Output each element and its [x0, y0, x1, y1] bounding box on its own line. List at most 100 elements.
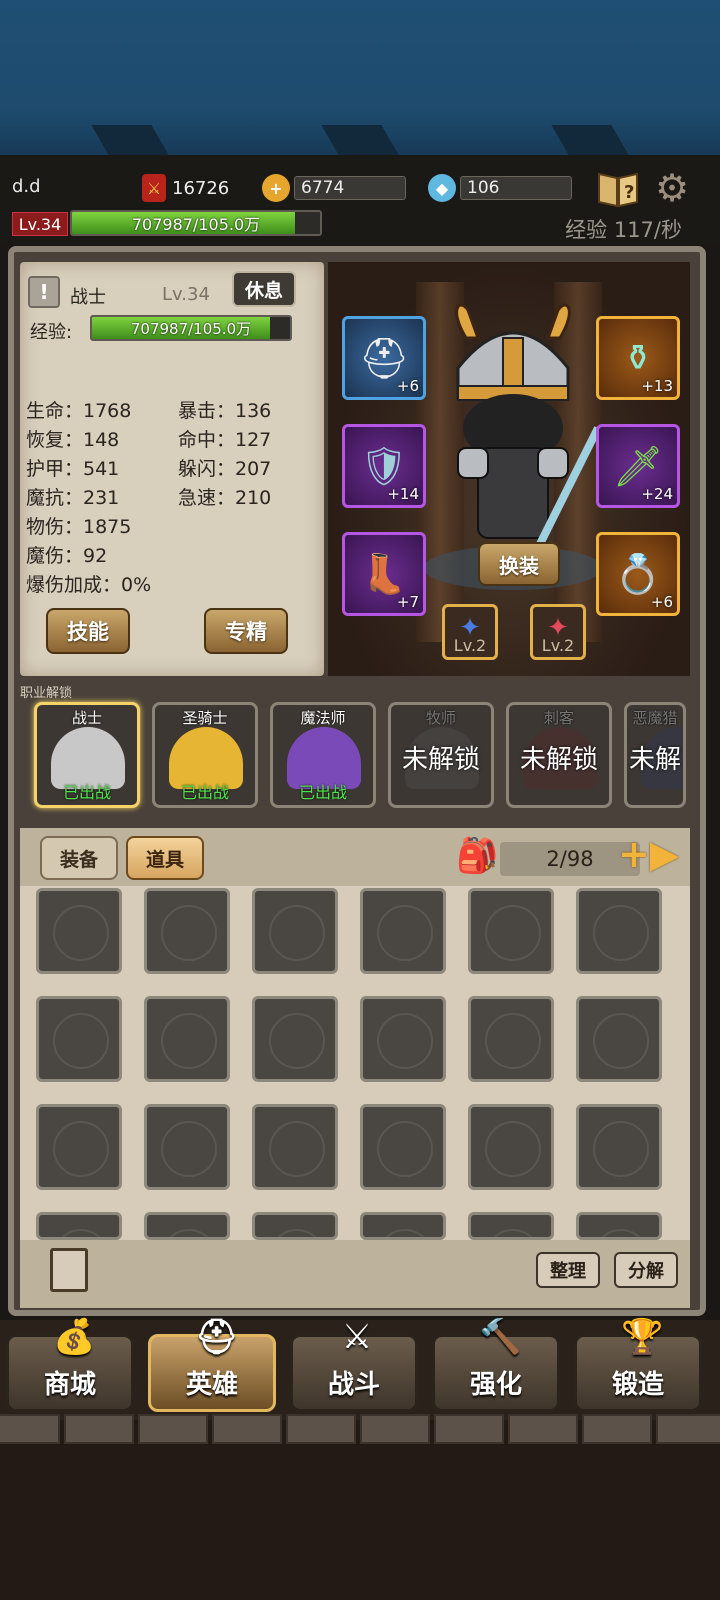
inventory-slot[interactable]: [252, 996, 338, 1082]
inventory-slot[interactable]: [144, 1104, 230, 1190]
inventory-slot[interactable]: [144, 996, 230, 1082]
class-card-0[interactable]: 战士 已出战: [34, 702, 140, 808]
power-value: 16726: [172, 177, 230, 199]
nav-2[interactable]: ⚔ 战斗: [290, 1317, 418, 1412]
ground-brick: [64, 1414, 134, 1444]
inventory-slot[interactable]: [36, 996, 122, 1082]
inventory-slot[interactable]: [252, 888, 338, 974]
book-question-icon: ?: [598, 172, 638, 208]
gear-icon: ⚙: [654, 166, 690, 210]
power-display: ⚔ 16726: [142, 174, 229, 202]
hammer-icon: 🔨: [479, 1317, 522, 1357]
hero-exp-bar: 707987/105.0万: [90, 315, 292, 341]
tab-equipment[interactable]: 装备: [40, 836, 118, 880]
ground-brick: [0, 1414, 60, 1444]
inventory-slot[interactable]: [468, 996, 554, 1082]
equip-slot-boots[interactable]: 👢 +7: [342, 532, 426, 616]
warning-icon[interactable]: !: [28, 276, 60, 308]
decompose-button[interactable]: 分解: [614, 1252, 678, 1288]
equip-slot-ring[interactable]: 💍 +6: [596, 532, 680, 616]
inventory-slot[interactable]: [144, 888, 230, 974]
power-icon: ⚔: [142, 174, 166, 202]
stat-left-1: 恢复：148: [26, 429, 120, 451]
inventory-slot[interactable]: [468, 1104, 554, 1190]
nav-1[interactable]: ⛑ 英雄: [148, 1317, 276, 1412]
ground-brick: [656, 1414, 720, 1444]
expand-capacity-button[interactable]: +▶: [618, 832, 679, 880]
forge-icon: 🏆: [621, 1317, 664, 1357]
nav-label: 战斗: [327, 1370, 380, 1400]
ground-brick: [286, 1414, 356, 1444]
settings-button[interactable]: ⚙: [650, 166, 694, 210]
nav-label: 强化: [469, 1370, 522, 1400]
inventory-slot[interactable]: [468, 888, 554, 974]
inventory-slot[interactable]: [252, 1212, 338, 1240]
inventory-slot[interactable]: [144, 1212, 230, 1240]
equip-slot-necklace[interactable]: ⚱ +13: [596, 316, 680, 400]
sort-button[interactable]: 整理: [536, 1252, 600, 1288]
sword-icon: 🗡: [612, 443, 664, 490]
equip-slot-weapon[interactable]: 🗡 +24: [596, 424, 680, 508]
gem-red-icon: ✦: [547, 613, 569, 643]
diamond-value: 106: [460, 176, 572, 200]
class-card-1[interactable]: 圣骑士 已出战: [152, 702, 258, 808]
plus-video-icon: +▶: [618, 832, 680, 876]
ground-brick: [582, 1414, 652, 1444]
nav-0[interactable]: 💰 商城: [6, 1317, 134, 1412]
diamond-icon: ◆: [428, 174, 456, 202]
inventory-slot[interactable]: [576, 888, 662, 974]
tab-items[interactable]: 道具: [126, 836, 204, 880]
inventory-slot[interactable]: [576, 1104, 662, 1190]
rest-button[interactable]: 休息: [232, 271, 296, 307]
inventory-slot[interactable]: [360, 996, 446, 1082]
boots-icon: 👢: [360, 551, 408, 596]
equip-slot-helmet[interactable]: ⛑ +6: [342, 316, 426, 400]
necklace-icon: ⚱: [622, 337, 654, 379]
quest-book-button[interactable]: ?: [596, 166, 640, 210]
player-exp-text: 707987/105.0万: [131, 215, 261, 234]
player-exp-bar: 707987/105.0万: [70, 210, 322, 236]
backpack-icon: 🎒: [456, 836, 499, 876]
hero-exp-text: 707987/105.0万: [130, 319, 252, 338]
ground-brick: [508, 1414, 578, 1444]
inventory-slot[interactable]: [36, 1212, 122, 1240]
class-name: 牧师: [425, 709, 456, 727]
diamond-display[interactable]: ◆ 106: [428, 174, 572, 202]
class-card-4[interactable]: 刺客 未解锁: [506, 702, 612, 808]
class-card-3[interactable]: 牧师 未解锁: [388, 702, 494, 808]
stat-right-3: 急速：210: [178, 487, 272, 509]
nav-4[interactable]: 🏆 锻造: [574, 1317, 702, 1412]
swap-equipment-button[interactable]: 换装: [478, 542, 560, 586]
stat-left-5: 魔伤：92: [26, 545, 108, 567]
class-card-2[interactable]: 魔法师 已出战: [270, 702, 376, 808]
inventory-slot[interactable]: [576, 996, 662, 1082]
class-status: 已出战: [62, 783, 111, 802]
specialization-button[interactable]: 专精: [204, 608, 288, 654]
skill-button[interactable]: 技能: [46, 608, 130, 654]
inventory-slot[interactable]: [576, 1212, 662, 1240]
inventory-slot[interactable]: [360, 888, 446, 974]
class-unlock-header: 职业解锁: [20, 686, 73, 701]
inventory-slot[interactable]: [36, 1104, 122, 1190]
gem-slot-2[interactable]: ✦ Lv.2: [530, 604, 586, 660]
class-name: 圣骑士: [182, 709, 228, 727]
nav-label: 英雄: [185, 1370, 238, 1400]
exp-rate: 经验 117/秒: [565, 218, 682, 242]
nav-3[interactable]: 🔨 强化: [432, 1317, 560, 1412]
armor-icon: 🛡: [359, 443, 409, 488]
stat-left-3: 魔抗：231: [26, 487, 120, 509]
ground-brick: [138, 1414, 208, 1444]
inventory-slot[interactable]: [36, 888, 122, 974]
gem-slot-1[interactable]: ✦ Lv.2: [442, 604, 498, 660]
inventory-slot[interactable]: [360, 1212, 446, 1240]
inventory-slot[interactable]: [360, 1104, 446, 1190]
class-card-5[interactable]: 恶魔猎 未解: [624, 702, 686, 808]
equip-slot-armor[interactable]: 🛡 +14: [342, 424, 426, 508]
gold-display[interactable]: + 6774: [262, 174, 406, 202]
inventory-slot[interactable]: [252, 1104, 338, 1190]
inventory-slot[interactable]: [468, 1212, 554, 1240]
stat-left-4: 物伤：1875: [26, 516, 132, 538]
handbook-icon[interactable]: [50, 1248, 88, 1292]
helmet-icon: ⛑: [195, 1317, 239, 1357]
stat-left-6: 爆伤加成：0%: [26, 574, 152, 596]
